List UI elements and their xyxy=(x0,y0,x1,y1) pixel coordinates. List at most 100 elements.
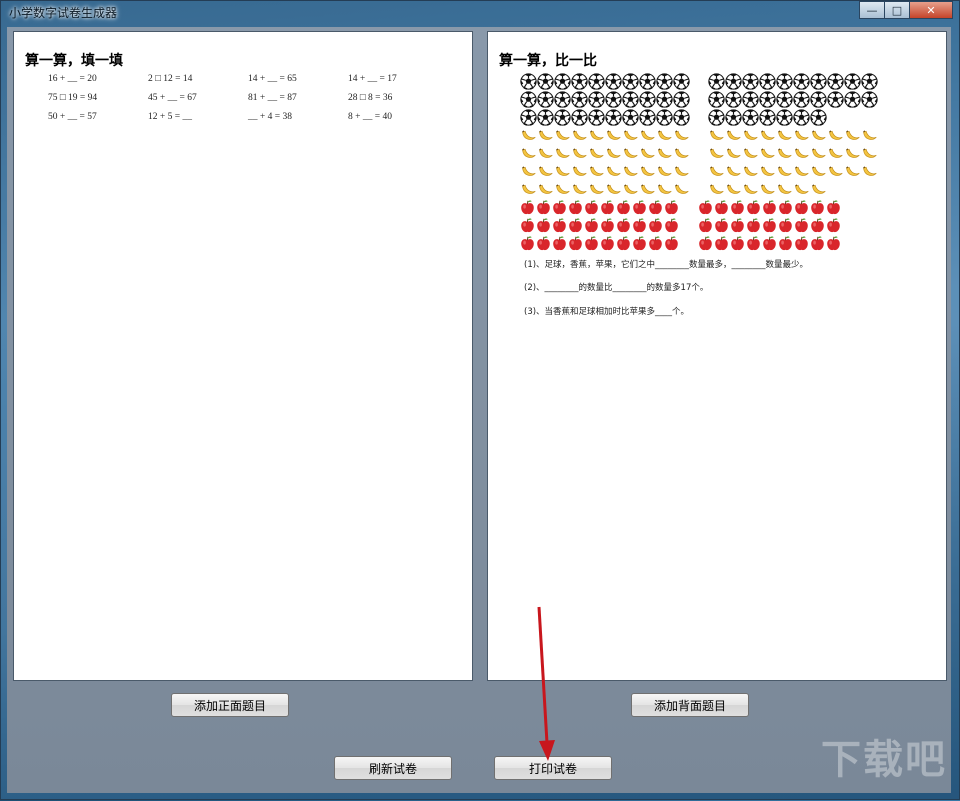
soccer-ball-icon xyxy=(605,90,622,108)
maximize-button[interactable]: □ xyxy=(884,1,910,19)
banana-icon xyxy=(710,183,724,194)
banana-icon xyxy=(795,183,809,194)
add-front-question-button[interactable]: 添加正面题目 xyxy=(171,693,289,717)
equation: 75 □ 19 = 94 xyxy=(48,93,98,103)
banana-icon xyxy=(675,129,689,140)
apple-icon xyxy=(715,218,728,232)
banana-icon xyxy=(590,147,604,158)
icon-group xyxy=(520,199,680,216)
banana-icon xyxy=(829,147,843,158)
soccer-ball-icon xyxy=(588,72,605,90)
banana-icon xyxy=(710,147,724,158)
icon-group xyxy=(708,163,878,180)
apple-icon xyxy=(537,236,550,250)
icon-group xyxy=(520,217,680,234)
banana-icon xyxy=(812,183,826,194)
apple-icon xyxy=(795,200,808,214)
icon-group xyxy=(520,163,690,180)
apple-icon xyxy=(585,218,598,232)
banana-icon xyxy=(744,129,758,140)
banana-icon xyxy=(556,165,570,176)
equation-grid: 16 + __ = 20 2 □ 12 = 14 14 + __ = 65 14… xyxy=(48,74,448,131)
apple-icon xyxy=(601,218,614,232)
apple-icon xyxy=(569,236,582,250)
apple-icon xyxy=(715,200,728,214)
soccer-ball-icon xyxy=(673,72,690,90)
add-back-question-button[interactable]: 添加背面题目 xyxy=(631,693,749,717)
bananas-row xyxy=(520,162,920,180)
banana-icon xyxy=(761,147,775,158)
refresh-paper-button[interactable]: 刷新试卷 xyxy=(334,756,452,780)
banana-icon xyxy=(829,129,843,140)
icon-group xyxy=(520,127,690,144)
banana-icon xyxy=(624,147,638,158)
banana-icon xyxy=(675,147,689,158)
banana-icon xyxy=(641,183,655,194)
banana-icon xyxy=(522,183,536,194)
soccer-ball-icon xyxy=(793,90,810,108)
icon-group xyxy=(520,145,690,162)
banana-icon xyxy=(658,183,672,194)
banana-icon xyxy=(539,129,553,140)
soccer-ball-icon xyxy=(776,90,793,108)
icon-group xyxy=(698,235,842,252)
soccer-ball-icon xyxy=(673,108,690,126)
icon-group xyxy=(708,127,878,144)
soccer-ball-icon xyxy=(759,108,776,126)
minimize-button[interactable]: — xyxy=(859,1,885,19)
apples-row xyxy=(520,216,920,234)
title-bar[interactable]: 小学数字试卷生成器 — □ ✕ xyxy=(1,1,959,25)
banana-icon xyxy=(641,129,655,140)
soccer-ball-icon xyxy=(725,72,742,90)
banana-icon xyxy=(710,165,724,176)
bananas-row xyxy=(520,144,920,162)
soccer-balls-row xyxy=(520,72,920,90)
soccer-ball-icon xyxy=(844,72,861,90)
banana-icon xyxy=(795,129,809,140)
soccer-ball-icon xyxy=(708,72,725,90)
close-button[interactable]: ✕ xyxy=(909,1,953,19)
soccer-ball-icon xyxy=(810,90,827,108)
soccer-ball-icon xyxy=(537,108,554,126)
soccer-ball-icon xyxy=(639,72,656,90)
equation-row: 75 □ 19 = 94 45 + __ = 67 81 + __ = 87 2… xyxy=(48,93,448,112)
equation: 81 + __ = 87 xyxy=(248,93,297,103)
banana-icon xyxy=(522,129,536,140)
print-paper-button[interactable]: 打印试卷 xyxy=(494,756,612,780)
question-3: (3)、当香蕉和足球相加时比苹果多____个。 xyxy=(524,307,690,317)
banana-icon xyxy=(778,147,792,158)
soccer-ball-icon xyxy=(827,90,844,108)
equation-row: 16 + __ = 20 2 □ 12 = 14 14 + __ = 65 14… xyxy=(48,74,448,93)
soccer-ball-icon xyxy=(793,108,810,126)
soccer-ball-icon xyxy=(742,108,759,126)
banana-icon xyxy=(624,129,638,140)
apple-icon xyxy=(537,218,550,232)
banana-icon xyxy=(556,183,570,194)
front-page-preview: 算一算，填一填 16 + __ = 20 2 □ 12 = 14 14 + __… xyxy=(13,31,473,681)
apple-icon xyxy=(731,236,744,250)
soccer-ball-icon xyxy=(622,72,639,90)
apple-icon xyxy=(827,236,840,250)
icon-group xyxy=(698,199,842,216)
apple-icon xyxy=(585,236,598,250)
apple-icon xyxy=(811,200,824,214)
banana-icon xyxy=(556,147,570,158)
soccer-ball-icon xyxy=(571,90,588,108)
banana-icon xyxy=(778,183,792,194)
soccer-ball-icon xyxy=(605,72,622,90)
apple-icon xyxy=(617,218,630,232)
soccer-ball-icon xyxy=(520,90,537,108)
apple-icon xyxy=(665,200,678,214)
soccer-balls-row xyxy=(520,108,920,126)
soccer-ball-icon xyxy=(554,108,571,126)
equation: __ + 4 = 38 xyxy=(248,112,292,122)
apple-icon xyxy=(665,218,678,232)
soccer-ball-icon xyxy=(725,90,742,108)
banana-icon xyxy=(829,165,843,176)
soccer-balls-row xyxy=(520,90,920,108)
banana-icon xyxy=(727,129,741,140)
icon-group xyxy=(520,108,690,126)
apple-icon xyxy=(827,200,840,214)
equation-row: 50 + __ = 57 12 + 5 = __ __ + 4 = 38 8 +… xyxy=(48,112,448,131)
back-section-title: 算一算，比一比 xyxy=(499,53,597,69)
